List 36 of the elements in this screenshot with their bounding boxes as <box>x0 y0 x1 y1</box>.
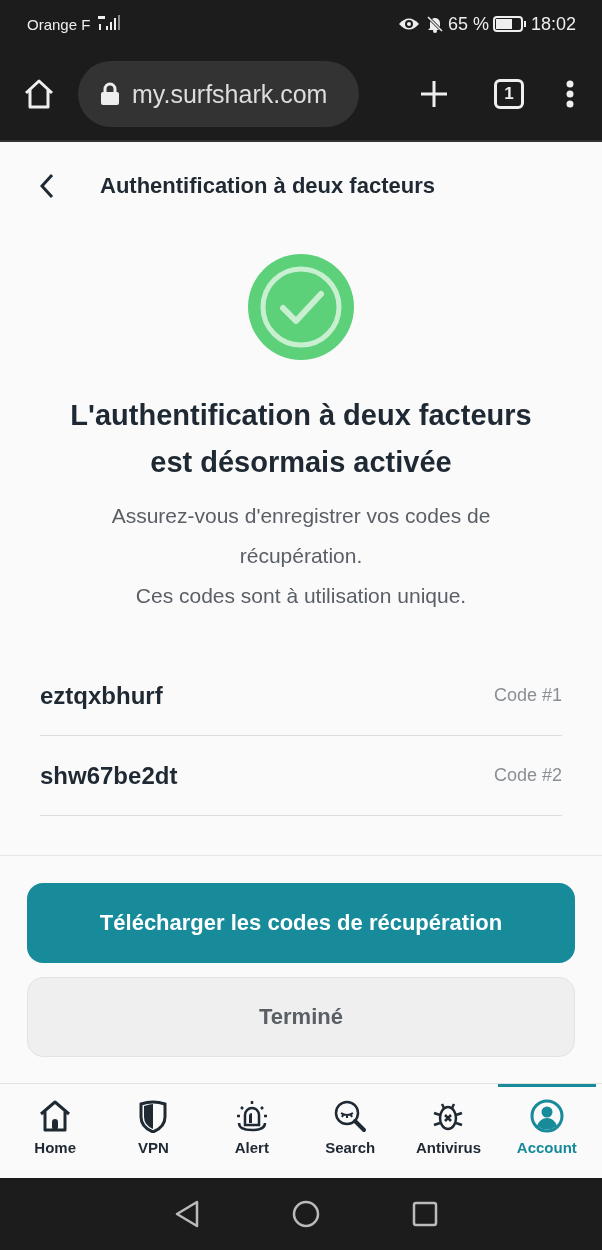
back-icon[interactable] <box>40 173 54 199</box>
nav-tab[interactable]: Home <box>6 1084 105 1178</box>
plus-icon[interactable] <box>420 80 448 108</box>
done-button[interactable]: Terminé <box>27 977 575 1057</box>
info-text: Ces codes sont à utilisation unique. <box>134 583 468 609</box>
nav-tab[interactable]: Search <box>301 1084 400 1178</box>
code-label: Code #2 <box>493 765 562 786</box>
search-icon <box>333 1099 368 1133</box>
page-title: Authentification à deux facteurs <box>100 173 435 199</box>
lock-icon <box>100 82 120 106</box>
battery-icon <box>492 16 527 32</box>
back-icon[interactable] <box>174 1200 200 1228</box>
clock: 18:02 <box>530 13 576 35</box>
battery-percent: 65 % <box>447 13 489 35</box>
success-heading: L'authentification à deux facteurs est désormais activée <box>69 398 533 480</box>
menu-icon[interactable] <box>566 80 574 108</box>
home-icon <box>38 1099 73 1133</box>
eye-icon <box>397 17 420 31</box>
carrier-name: Orange F <box>27 15 91 33</box>
code-label: Code #1 <box>493 685 562 706</box>
download-button[interactable]: Télécharger les codes de récupération <box>27 883 575 963</box>
account-icon <box>529 1099 564 1133</box>
alert-icon <box>234 1099 269 1133</box>
address-bar[interactable]: my.surfshark.com <box>78 61 359 127</box>
nav-tab[interactable]: VPN <box>104 1084 203 1178</box>
home-icon[interactable] <box>22 77 56 111</box>
info-text: Assurez-vous d'enregistrer vos codes de récupération. <box>110 503 492 569</box>
home-icon[interactable] <box>292 1200 320 1228</box>
recovery-code: eztqxbhurf <box>40 681 163 710</box>
nav-tab[interactable]: Antivirus <box>399 1084 498 1178</box>
recovery-code: shw67be2dt <box>40 761 178 790</box>
muted-bell-icon <box>425 15 444 33</box>
recents-icon[interactable] <box>412 1201 438 1227</box>
nav-tab[interactable]: Alert <box>202 1084 301 1178</box>
check-circle-icon <box>248 254 354 360</box>
tab-count-button[interactable]: 1 <box>494 79 524 109</box>
